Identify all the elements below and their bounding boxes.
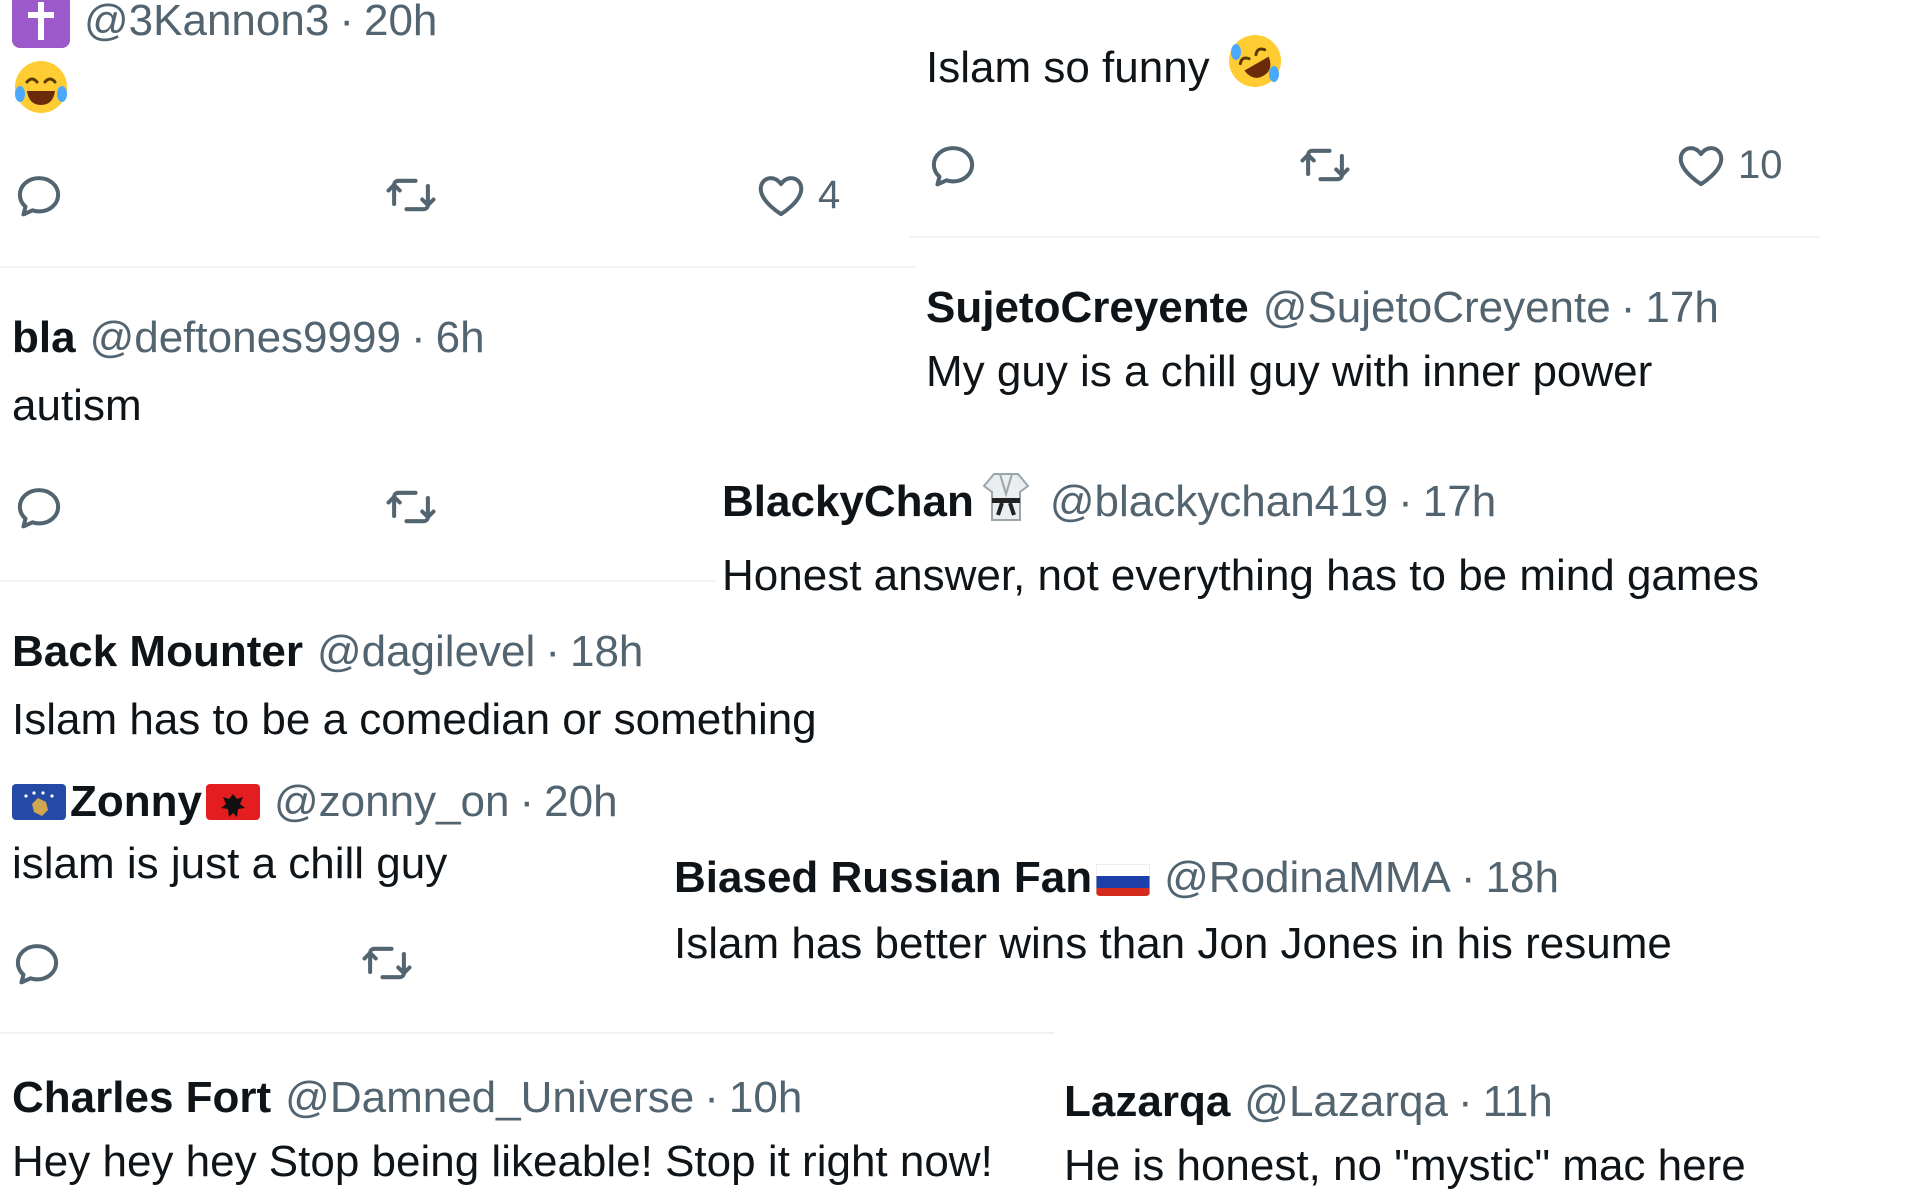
post-handle[interactable]: @Lazarqa [1244, 1076, 1448, 1128]
post-time[interactable]: 20h [544, 776, 617, 828]
post-handle[interactable]: @Damned_Universe [285, 1072, 694, 1124]
post-handle[interactable]: @SujetoCreyente [1263, 282, 1611, 334]
retweet-button[interactable] [382, 168, 440, 222]
post-time[interactable]: 11h [1483, 1076, 1553, 1128]
post-handle[interactable]: @dagilevel [317, 626, 535, 678]
judo-gi-emoji [976, 468, 1036, 536]
divider [0, 1032, 1054, 1034]
post-handle[interactable]: @deftones9999 [90, 312, 401, 364]
post-text: Honest answer, not everything has to be … [722, 551, 1760, 600]
post-time[interactable]: 20h [364, 0, 437, 47]
post-bla: bla @deftones9999 · 6h autism [12, 312, 485, 434]
separator-dot: · [1620, 283, 1636, 332]
reply-button[interactable] [926, 138, 980, 192]
post-author[interactable]: Back Mounter [12, 626, 303, 678]
separator-dot: · [1457, 1077, 1473, 1126]
like-count: 4 [818, 172, 841, 217]
separator-dot: · [1460, 853, 1476, 902]
post-text: My guy is a chill guy with inner power [926, 347, 1653, 396]
post-time[interactable]: 18h [570, 626, 643, 678]
post-author[interactable]: Zonny [70, 776, 202, 828]
kosovo-flag [12, 784, 66, 820]
post-handle[interactable]: @blackychan419 [1050, 476, 1388, 528]
post-author[interactable]: Lazarqa [1064, 1076, 1230, 1128]
cross-icon [12, 0, 70, 48]
rofl-emoji [1224, 30, 1286, 106]
like-count: 10 [1738, 142, 1783, 187]
separator-dot: · [519, 777, 535, 826]
reply-button[interactable] [10, 936, 64, 990]
post-time[interactable]: 18h [1486, 852, 1559, 904]
reply-button[interactable] [12, 168, 66, 222]
albania-flag [205, 784, 260, 820]
post-islam-funny: Islam so funny [926, 30, 1286, 106]
divider [0, 266, 916, 268]
russia-flag [1096, 860, 1151, 896]
post-time[interactable]: 17h [1645, 282, 1718, 334]
post-sujeto: SujetoCreyente @SujetoCreyente · 17h My … [926, 282, 1719, 400]
post-zonny: Zonny @zonny_on · 20h islam is just a ch… [12, 776, 618, 892]
separator-dot: · [410, 313, 426, 362]
separator-dot: · [704, 1073, 719, 1122]
post-text: He is honest, no "mystic" mac here [1064, 1141, 1746, 1190]
separator-dot: · [339, 0, 354, 45]
post-text: autism [12, 381, 142, 430]
post-charles-fort: Charles Fort @Damned_Universe · 10h Hey … [12, 1072, 993, 1190]
post-time[interactable]: 6h [436, 312, 485, 364]
post-handle[interactable]: @3Kannon3 [84, 0, 329, 47]
post-handle[interactable]: @zonny_on [274, 776, 510, 828]
post-text: islam is just a chill guy [12, 839, 448, 888]
retweet-button[interactable] [1296, 138, 1354, 192]
post-text: Hey hey hey Stop being likeable! Stop it… [12, 1137, 993, 1186]
post-biased: Biased Russian Fan @RodinaMMA · 18h Isla… [674, 852, 1672, 972]
separator-dot: · [1398, 477, 1413, 526]
post-text: Islam has to be a comedian or something [12, 695, 817, 744]
post-author[interactable]: SujetoCreyente [926, 282, 1249, 334]
post-text: Islam so funny [926, 43, 1210, 92]
post-kannon: @3Kannon3 · 20h [12, 0, 437, 121]
post-author[interactable]: bla [12, 312, 76, 364]
like-button[interactable]: 10 [1674, 138, 1783, 192]
post-lazarqa: Lazarqa @Lazarqa · 11h He is honest, no … [1064, 1076, 1746, 1194]
post-blacky: BlackyChan @blackychan419 · 17h Honest a… [722, 468, 1759, 604]
reply-button[interactable] [12, 480, 66, 534]
post-handle[interactable]: @RodinaMMA [1164, 852, 1451, 904]
divider [0, 580, 716, 582]
retweet-button[interactable] [358, 936, 416, 990]
post-author[interactable]: Charles Fort [12, 1072, 271, 1124]
joy-emoji [12, 58, 70, 121]
post-author[interactable]: BlackyChan [722, 476, 974, 528]
post-time[interactable]: 17h [1423, 476, 1496, 528]
post-text: Islam has better wins than Jon Jones in … [674, 919, 1672, 968]
like-button[interactable]: 4 [754, 168, 840, 222]
separator-dot: · [545, 627, 560, 676]
retweet-button[interactable] [382, 480, 440, 534]
post-author[interactable]: Biased Russian Fan [674, 852, 1092, 904]
divider [910, 236, 1820, 238]
post-time[interactable]: 10h [729, 1072, 802, 1124]
post-back-mounter: Back Mounter @dagilevel · 18h Islam has … [12, 626, 817, 748]
